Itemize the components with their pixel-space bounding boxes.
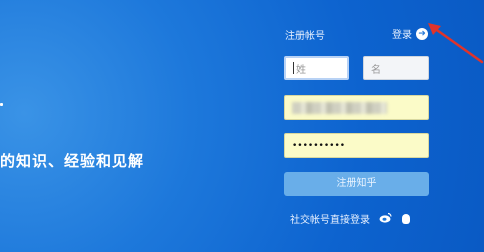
social-login-label: 社交帐号直接登录: [290, 215, 370, 226]
hero-bullet: [0, 103, 3, 106]
surname-placeholder: 姓: [296, 64, 306, 76]
register-tab[interactable]: 注册帐号: [285, 27, 325, 42]
given-name-input[interactable]: 名: [363, 56, 429, 80]
hero-tagline: 的知识、经验和见解: [0, 152, 145, 170]
redacted-account-value: [292, 101, 387, 114]
qq-icon[interactable]: [402, 213, 410, 224]
password-input[interactable]: ••••••••••: [284, 133, 429, 158]
login-link[interactable]: 登录 ➜: [392, 26, 428, 41]
annotation-arrow: [428, 23, 484, 64]
login-link-label: 登录: [392, 30, 412, 41]
weibo-icon[interactable]: [379, 212, 392, 226]
account-input[interactable]: [284, 95, 429, 120]
surname-input[interactable]: 姓: [284, 56, 349, 80]
given-name-placeholder: 名: [371, 64, 381, 76]
social-login-row: 社交帐号直接登录: [290, 211, 410, 226]
arrow-right-circle-icon: ➜: [416, 27, 428, 40]
text-caret: [293, 62, 294, 74]
register-button[interactable]: 注册知乎: [284, 172, 429, 196]
form-header: 注册帐号 登录 ➜: [285, 26, 428, 42]
password-value: ••••••••••: [292, 140, 346, 151]
